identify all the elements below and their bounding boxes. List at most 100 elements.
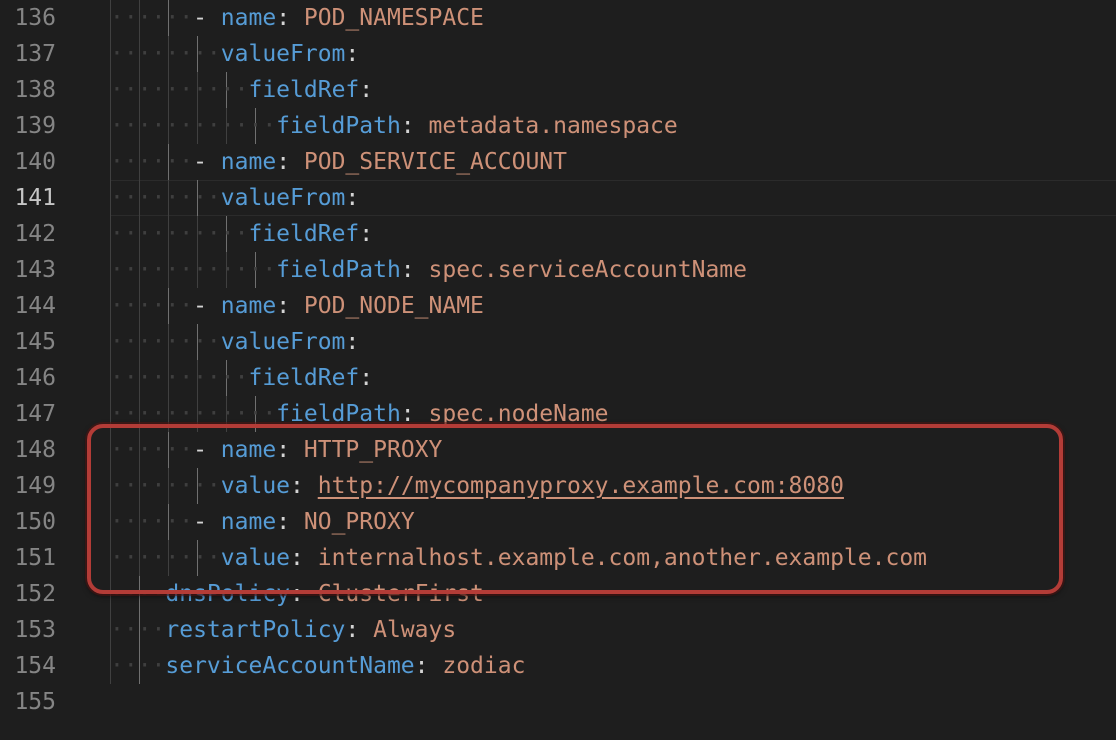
yaml-key: fieldPath — [276, 401, 401, 427]
line-number: 138 — [14, 77, 56, 103]
code-line-151[interactable]: 151 ········value: internalhost.example.c… — [0, 540, 1116, 576]
code-line-142[interactable]: 142 ··········fieldRef: — [0, 216, 1116, 252]
code-line-146[interactable]: 146 ··········fieldRef: — [0, 360, 1116, 396]
yaml-value: http://mycompanyproxy.example.com:8080 — [317, 473, 844, 499]
list-dash: - — [193, 293, 221, 319]
code-text: ············fieldPath: spec.nodeName — [110, 396, 609, 432]
code-line-144[interactable]: 144 ······- name: POD_NODE_NAME — [0, 288, 1116, 324]
yaml-value: HTTP_PROXY — [303, 437, 443, 463]
yaml-colon: : — [276, 437, 304, 463]
yaml-key: name — [220, 5, 277, 31]
code-editor[interactable]: 136 ······- name: POD_NAMESPACE 137 ·······… — [0, 0, 1116, 740]
code-line-139[interactable]: 139 ············fieldPath: metadata.names… — [0, 108, 1116, 144]
line-number: 155 — [14, 689, 56, 715]
yaml-value: spec.serviceAccountName — [428, 257, 748, 283]
line-number: 137 — [14, 41, 56, 67]
line-number: 149 — [14, 473, 56, 499]
yaml-key: fieldRef — [248, 365, 360, 391]
code-line-148[interactable]: 148 ······- name: HTTP_PROXY — [0, 432, 1116, 468]
code-line-150[interactable]: 150 ······- name: NO_PROXY — [0, 504, 1116, 540]
code-text: ······- name: POD_NODE_NAME — [110, 288, 484, 324]
list-dash: - — [193, 149, 221, 175]
line-number: 147 — [14, 401, 56, 427]
code-text: ········value: http://mycompanyproxy.exa… — [110, 468, 844, 504]
code-text: ········valueFrom: — [110, 324, 359, 360]
line-number: 136 — [14, 5, 56, 31]
code-text: ····restartPolicy: Always — [110, 612, 456, 648]
whitespace-marker: ······ — [110, 437, 194, 463]
code-line-154[interactable]: 154 ····serviceAccountName: zodiac — [0, 648, 1116, 684]
line-number: 145 — [14, 329, 56, 355]
yaml-colon: : — [276, 293, 304, 319]
code-line-143[interactable]: 143 ············fieldPath: spec.serviceAc… — [0, 252, 1116, 288]
yaml-colon: : — [359, 77, 374, 103]
yaml-colon: : — [276, 149, 304, 175]
line-number: 153 — [14, 617, 56, 643]
yaml-key: valueFrom — [220, 41, 346, 67]
yaml-key: fieldPath — [276, 257, 401, 283]
code-text: ············fieldPath: spec.serviceAccou… — [110, 252, 747, 288]
yaml-colon: : — [414, 653, 443, 679]
code-text: ········valueFrom: — [110, 180, 359, 216]
whitespace-marker: ···· — [110, 617, 166, 643]
yaml-value: Always — [373, 617, 457, 643]
yaml-colon: : — [290, 581, 318, 607]
code-line-152[interactable]: 152 ····dnsPolicy: ClusterFirst — [0, 576, 1116, 612]
yaml-value: POD_NODE_NAME — [303, 293, 484, 319]
whitespace-marker: ············ — [110, 401, 277, 427]
code-line-153[interactable]: 153 ····restartPolicy: Always — [0, 612, 1116, 648]
code-text: ····dnsPolicy: ClusterFirst — [110, 576, 484, 612]
line-number: 139 — [14, 113, 56, 139]
whitespace-marker: ········ — [110, 185, 221, 211]
code-line-155[interactable]: 155 — [0, 684, 1116, 720]
yaml-value: metadata.namespace — [428, 113, 678, 139]
yaml-colon: : — [359, 365, 374, 391]
yaml-colon: : — [345, 185, 360, 211]
yaml-key: fieldPath — [276, 113, 401, 139]
yaml-value: internalhost.example.com,another.example… — [317, 545, 928, 571]
code-line-137[interactable]: 137 ········valueFrom: — [0, 36, 1116, 72]
whitespace-marker: ········ — [110, 329, 221, 355]
whitespace-marker: ·········· — [110, 221, 249, 247]
yaml-value: NO_PROXY — [303, 509, 415, 535]
yaml-colon: : — [345, 41, 360, 67]
line-number: 152 — [14, 581, 56, 607]
code-line-140[interactable]: 140 ······- name: POD_SERVICE_ACCOUNT — [0, 144, 1116, 180]
code-line-149[interactable]: 149 ········value: http://mycompanyproxy.… — [0, 468, 1116, 504]
whitespace-marker: ·········· — [110, 365, 249, 391]
yaml-key: name — [220, 149, 277, 175]
code-text: ····serviceAccountName: zodiac — [110, 648, 525, 684]
code-text: ······- name: NO_PROXY — [110, 504, 415, 540]
yaml-value: spec.nodeName — [428, 401, 609, 427]
code-text: ········valueFrom: — [110, 36, 359, 72]
whitespace-marker: ···· — [110, 581, 166, 607]
list-dash: - — [193, 509, 221, 535]
code-line-145[interactable]: 145 ········valueFrom: — [0, 324, 1116, 360]
code-line-141[interactable]: 141 ········valueFrom: — [0, 180, 1116, 216]
code-line-147[interactable]: 147 ············fieldPath: spec.nodeName — [0, 396, 1116, 432]
whitespace-marker: ······ — [110, 509, 194, 535]
line-number: 146 — [14, 365, 56, 391]
whitespace-marker: ······ — [110, 5, 194, 31]
code-line-138[interactable]: 138 ··········fieldRef: — [0, 72, 1116, 108]
yaml-key: fieldRef — [248, 77, 360, 103]
line-number: 144 — [14, 293, 56, 319]
whitespace-marker: ······ — [110, 149, 194, 175]
yaml-key: name — [220, 509, 277, 535]
yaml-key: value — [220, 473, 291, 499]
code-text: ······- name: POD_NAMESPACE — [110, 0, 484, 36]
code-text: ··········fieldRef: — [110, 360, 373, 396]
yaml-colon: : — [290, 545, 318, 571]
line-number: 151 — [14, 545, 56, 571]
yaml-key: dnsPolicy — [165, 581, 291, 607]
line-number: 143 — [14, 257, 56, 283]
yaml-value: POD_SERVICE_ACCOUNT — [303, 149, 567, 175]
whitespace-marker: ········ — [110, 545, 221, 571]
whitespace-marker: ···· — [110, 653, 166, 679]
line-number: 150 — [14, 509, 56, 535]
code-line-136[interactable]: 136 ······- name: POD_NAMESPACE — [0, 0, 1116, 36]
code-text: ············fieldPath: metadata.namespac… — [110, 108, 678, 144]
code-text: ······- name: POD_SERVICE_ACCOUNT — [110, 144, 567, 180]
line-number: 154 — [14, 653, 56, 679]
yaml-colon: : — [290, 473, 318, 499]
